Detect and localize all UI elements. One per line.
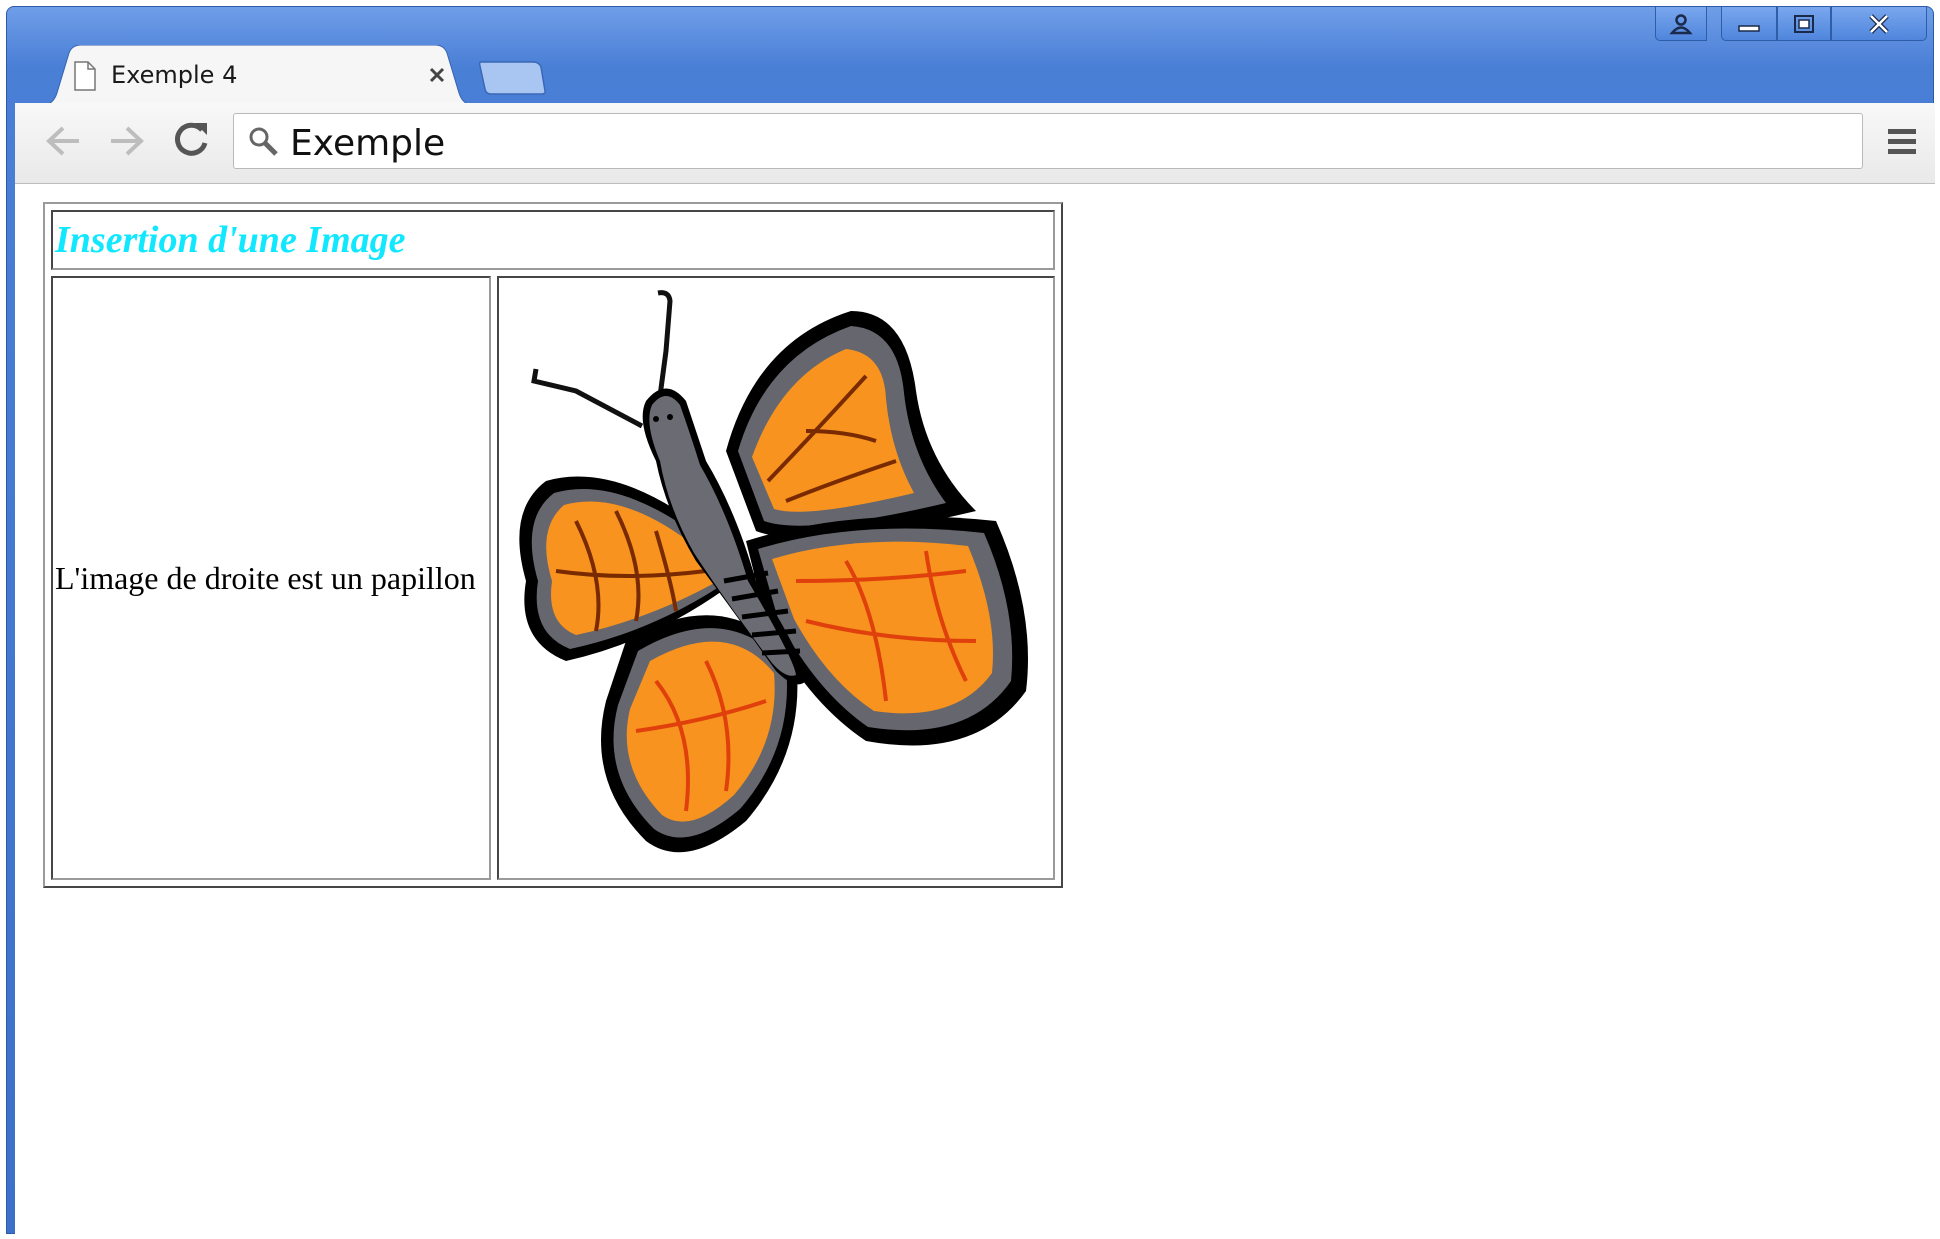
maximize-button[interactable] bbox=[1777, 7, 1831, 41]
menu-button[interactable] bbox=[1885, 125, 1919, 164]
address-text: Exemple bbox=[290, 123, 446, 164]
back-button[interactable] bbox=[43, 123, 83, 164]
window-controls bbox=[1655, 7, 1927, 43]
close-icon bbox=[1869, 13, 1889, 34]
page-heading: Insertion d'une Image bbox=[51, 210, 1055, 270]
new-tab-button[interactable] bbox=[478, 61, 547, 100]
tab-title: Exemple 4 bbox=[111, 61, 238, 89]
address-bar[interactable]: Exemple bbox=[233, 113, 1863, 169]
minimize-button[interactable] bbox=[1721, 7, 1777, 41]
search-icon bbox=[248, 126, 280, 163]
hamburger-menu-icon bbox=[1888, 129, 1916, 154]
close-tab-icon bbox=[429, 67, 445, 83]
image-description: L'image de droite est un papillon bbox=[51, 276, 491, 880]
maximize-icon bbox=[1794, 14, 1814, 33]
forward-button[interactable] bbox=[107, 123, 147, 164]
minimize-icon bbox=[1738, 24, 1760, 32]
forward-arrow-icon bbox=[111, 126, 144, 156]
content-table: Insertion d'une Image L'image de droite … bbox=[43, 202, 1063, 888]
butterfly-image bbox=[519, 289, 1028, 852]
close-tab-button[interactable] bbox=[427, 65, 447, 90]
user-icon bbox=[1669, 13, 1693, 34]
browser-window: Exemple 4 Exemple Insertion d'une Image … bbox=[6, 6, 1935, 1235]
page-content: Insertion d'une Image L'image de droite … bbox=[15, 184, 1935, 1235]
image-cell bbox=[497, 276, 1055, 880]
tab-exemple-4[interactable]: Exemple 4 bbox=[43, 45, 473, 105]
reload-button[interactable] bbox=[171, 119, 211, 164]
reload-icon bbox=[175, 122, 208, 156]
document-icon bbox=[73, 61, 97, 96]
toolbar: Exemple bbox=[15, 103, 1935, 184]
profile-button[interactable] bbox=[1655, 7, 1707, 41]
close-window-button[interactable] bbox=[1831, 7, 1927, 41]
back-arrow-icon bbox=[46, 126, 79, 156]
